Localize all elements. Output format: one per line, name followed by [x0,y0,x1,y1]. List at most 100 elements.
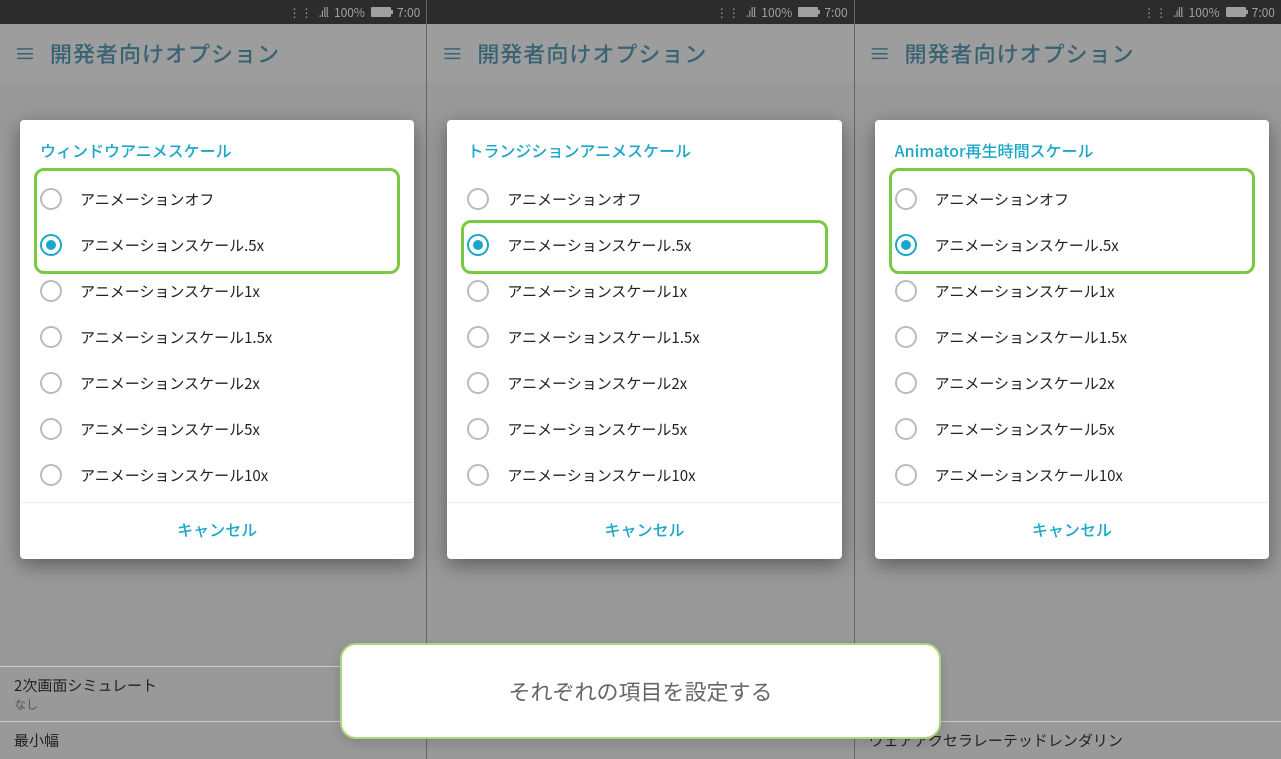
app-bar: ≡ 開発者向けオプション [0,24,426,82]
option-label: アニメーションスケール1x [935,281,1115,302]
option-05x[interactable]: アニメーションスケール.5x [447,222,841,268]
option-off[interactable]: アニメーションオフ [20,176,414,222]
radio-icon [40,234,62,256]
option-15x[interactable]: アニメーションスケール1.5x [875,314,1269,360]
option-10x[interactable]: アニメーションスケール10x [20,452,414,498]
option-label: アニメーションスケール5x [507,419,687,440]
radio-icon [467,188,489,210]
option-label: アニメーションスケール1.5x [80,327,272,348]
dialog: Animator再生時間スケール アニメーションオフ アニメーションスケール.5… [875,120,1269,559]
option-2x[interactable]: アニメーションスケール2x [20,360,414,406]
option-label: アニメーションスケール.5x [935,235,1119,256]
dialog-title: トランジションアニメスケール [447,120,841,172]
option-1x[interactable]: アニメーションスケール1x [875,268,1269,314]
cancel-button[interactable]: キャンセル [20,502,414,555]
option-label: アニメーションスケール1x [80,281,260,302]
wifi-icon: ⋮⋮ [716,4,740,21]
option-2x[interactable]: アニメーションスケール2x [875,360,1269,406]
app-bar: ≡ 開発者向けオプション [427,24,853,82]
option-15x[interactable]: アニメーションスケール1.5x [20,314,414,360]
option-5x[interactable]: アニメーションスケール5x [20,406,414,452]
option-label: アニメーションスケール2x [80,373,260,394]
radio-icon [467,234,489,256]
radio-icon [895,418,917,440]
option-label: アニメーションオフ [935,189,1069,210]
app-bar: ≡ 開発者向けオプション [855,24,1281,82]
battery-percent: 100% [761,4,792,21]
caption-text: それぞれの項目を設定する [508,675,772,707]
option-10x[interactable]: アニメーションスケール10x [875,452,1269,498]
option-label: アニメーションスケール10x [80,465,268,486]
radio-icon [895,464,917,486]
option-05x[interactable]: アニメーションスケール.5x [20,222,414,268]
option-label: アニメーションスケール10x [935,465,1123,486]
app-bar-title: 開発者向けオプション [905,37,1135,69]
app-bar-title: 開発者向けオプション [50,37,280,69]
dialog: トランジションアニメスケール アニメーションオフ アニメーションスケール.5x … [447,120,841,559]
option-label: アニメーションスケール5x [935,419,1115,440]
hamburger-icon[interactable]: ≡ [14,37,36,69]
status-bar: ⋮⋮ .ıll 100% 7:00 [855,0,1281,24]
clock: 7:00 [824,4,847,21]
option-label: アニメーションスケール.5x [507,235,691,256]
radio-icon [467,280,489,302]
dialog-title: ウィンドウアニメスケール [20,120,414,172]
option-05x[interactable]: アニメーションスケール.5x [875,222,1269,268]
option-5x[interactable]: アニメーションスケール5x [447,406,841,452]
dialog: ウィンドウアニメスケール アニメーションオフ アニメーションスケール.5x アニ… [20,120,414,559]
battery-percent: 100% [1189,4,1220,21]
app-bar-title: 開発者向けオプション [477,37,707,69]
battery-percent: 100% [334,4,365,21]
status-bar: ⋮⋮ .ıll 100% 7:00 [427,0,853,24]
hamburger-icon[interactable]: ≡ [441,37,463,69]
wifi-icon: ⋮⋮ [288,4,312,21]
signal-icon: .ıll [746,4,756,21]
cancel-button[interactable]: キャンセル [875,502,1269,555]
option-1x[interactable]: アニメーションスケール1x [20,268,414,314]
option-1x[interactable]: アニメーションスケール1x [447,268,841,314]
radio-group: アニメーションオフ アニメーションスケール.5x アニメーションスケール1x ア… [447,172,841,502]
radio-group: アニメーションオフ アニメーションスケール.5x アニメーションスケール1x ア… [20,172,414,502]
radio-icon [467,372,489,394]
battery-icon [798,7,818,17]
wifi-icon: ⋮⋮ [1143,4,1167,21]
option-label: アニメーションスケール1x [507,281,687,302]
dialog-title: Animator再生時間スケール [875,120,1269,172]
radio-icon [895,372,917,394]
option-label: アニメーションスケール2x [507,373,687,394]
option-5x[interactable]: アニメーションスケール5x [875,406,1269,452]
option-10x[interactable]: アニメーションスケール10x [447,452,841,498]
option-2x[interactable]: アニメーションスケール2x [447,360,841,406]
clock: 7:00 [397,4,420,21]
radio-icon [467,464,489,486]
radio-icon [40,280,62,302]
option-label: アニメーションスケール2x [935,373,1115,394]
hamburger-icon[interactable]: ≡ [869,37,891,69]
radio-icon [895,280,917,302]
option-label: アニメーションスケール1.5x [935,327,1127,348]
setting-label: 最小幅 [14,730,59,751]
radio-icon [895,188,917,210]
cancel-button[interactable]: キャンセル [447,502,841,555]
radio-icon [895,234,917,256]
option-15x[interactable]: アニメーションスケール1.5x [447,314,841,360]
option-off[interactable]: アニメーションオフ [875,176,1269,222]
setting-label: 2次画面シミュレート [14,675,157,696]
radio-icon [467,326,489,348]
battery-icon [371,7,391,17]
signal-icon: .ıll [1173,4,1183,21]
radio-icon [40,188,62,210]
battery-icon [1226,7,1246,17]
radio-icon [40,326,62,348]
option-label: アニメーションスケール.5x [80,235,264,256]
caption-bubble: それぞれの項目を設定する [340,643,941,739]
radio-icon [40,372,62,394]
option-label: アニメーションスケール1.5x [507,327,699,348]
radio-icon [40,464,62,486]
option-off[interactable]: アニメーションオフ [447,176,841,222]
clock: 7:00 [1252,4,1275,21]
option-label: アニメーションスケール10x [507,465,695,486]
radio-icon [40,418,62,440]
radio-icon [467,418,489,440]
option-label: アニメーションオフ [507,189,641,210]
